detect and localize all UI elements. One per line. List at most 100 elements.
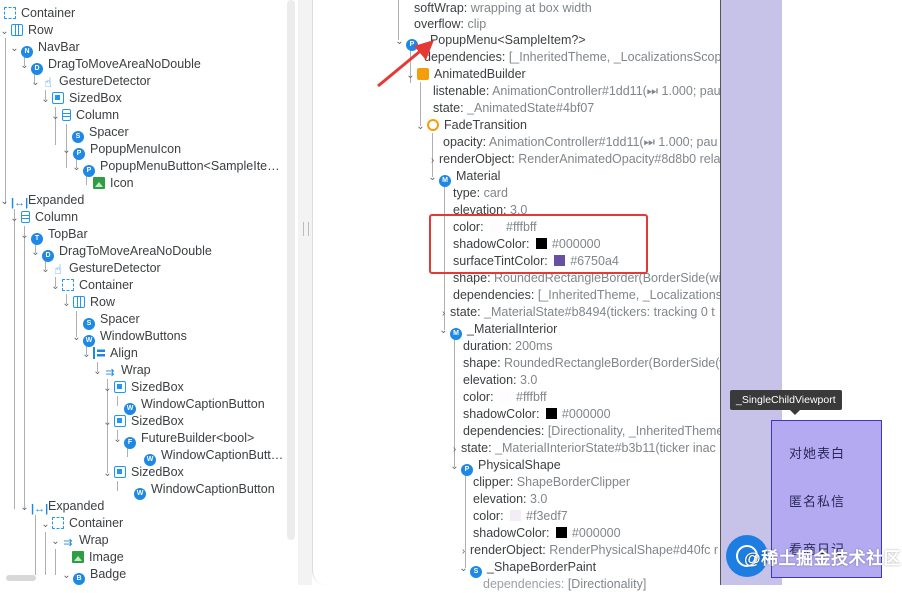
tree-node[interactable]: ⌄ ⇉ Wrap	[51, 532, 108, 550]
chevron-down-icon[interactable]: ⌄	[20, 499, 29, 516]
menu-item[interactable]: 对她表白	[789, 443, 845, 462]
tree-node[interactable]: W WindowCaptionButt…	[144, 447, 283, 466]
tree-node[interactable]: ⌄ Column	[51, 107, 119, 124]
chevron-down-icon[interactable]: ⌄	[41, 261, 50, 278]
property-row[interactable]: › renderObject: RenderPhysicalShape#d40fc…	[459, 542, 718, 559]
chevron-down-icon[interactable]: ⌄	[51, 278, 60, 295]
tree-node[interactable]: ⌄ SizedBox	[103, 379, 184, 396]
chevron-down-icon[interactable]: ⌄	[103, 380, 112, 397]
chevron-down-icon[interactable]: ⌄	[20, 57, 29, 74]
property-row[interactable]: dependencies: [_InheritedTheme, _Localiz…	[424, 49, 728, 66]
property-row[interactable]: elevation: 3.0	[473, 491, 547, 508]
chevron-down-icon[interactable]: ⌄	[31, 244, 40, 261]
chevron-down-icon[interactable]: ⌄	[0, 23, 9, 40]
align-icon	[93, 347, 105, 359]
chevron-down-icon[interactable]: ⌄	[93, 363, 102, 380]
tree-node[interactable]: ⌄ Row	[62, 294, 115, 311]
tree-node-physicalshape[interactable]: ⌄ P PhysicalShape	[450, 457, 561, 476]
chevron-down-icon[interactable]: ⌄	[103, 414, 112, 431]
tree-node[interactable]: Icon	[93, 175, 134, 192]
tree-node-materialinterior[interactable]: ⌄ M _MaterialInterior	[439, 321, 557, 340]
tree-node[interactable]: ⌄ N NavBar	[10, 39, 80, 58]
chevron-down-icon[interactable]: ⌄	[10, 40, 19, 57]
tree-node[interactable]: ⌄ P PopupMenuButton<SampleIte…	[72, 158, 280, 177]
horizontal-scrollbar[interactable]	[6, 575, 36, 581]
chevron-down-icon[interactable]: ⌄	[0, 193, 9, 210]
tree-node[interactable]: ⌄ ⇉ Wrap	[93, 362, 150, 380]
tree-node[interactable]: S Spacer	[72, 124, 129, 143]
row-icon	[11, 24, 23, 36]
tree-node[interactable]: W WindowCaptionButton	[134, 481, 275, 500]
tree-node[interactable]: Container	[4, 5, 75, 22]
menu-item[interactable]: 匿名私信	[789, 491, 845, 510]
tree-node[interactable]: ⌄ D DragToMoveAreaNoDouble	[31, 243, 212, 262]
tree-node[interactable]: ⌄ SizedBox	[103, 413, 184, 430]
tree-node[interactable]: ⌄ B Badge	[62, 566, 126, 585]
chevron-down-icon[interactable]: ⌄	[41, 91, 50, 108]
tree-node[interactable]: ⌄ Container	[41, 515, 123, 532]
chevron-down-icon[interactable]: ⌄	[20, 227, 29, 244]
property-row[interactable]: dependencies: [Directionality, _Inherite…	[463, 423, 723, 440]
chevron-down-icon[interactable]: ⌄	[82, 346, 91, 363]
tree-node[interactable]: ⌄ |↔|Expanded	[0, 192, 84, 209]
tree-node-shapeborderpaint[interactable]: ⌄ S _ShapeBorderPaint	[459, 559, 596, 578]
chevron-down-icon[interactable]: ⌄	[41, 516, 50, 533]
tree-node[interactable]: ⌄ Column	[10, 209, 78, 226]
vertical-scrollbar[interactable]	[287, 0, 295, 540]
image-icon	[93, 177, 105, 189]
chevron-down-icon[interactable]: ⌄	[51, 533, 60, 550]
property-row[interactable]: shape: RoundedRectangleBorder(BorderSide…	[463, 355, 728, 372]
property-row[interactable]: state: _AnimatedState#4bf07	[433, 100, 594, 117]
property-row[interactable]: opacity: AnimationController#1dd11(⏭ 1.0…	[443, 134, 717, 151]
chevron-down-icon[interactable]: ⌄	[113, 431, 122, 448]
chevron-down-icon[interactable]: ⌄	[31, 74, 40, 91]
property-row-color[interactable]: color: #f3edf7	[473, 508, 568, 525]
tree-node[interactable]: ⌄ ☝ GestureDetector	[41, 260, 160, 278]
tree-node[interactable]: ⌄ SizedBox	[103, 464, 184, 481]
chevron-down-icon[interactable]: ⌄	[62, 295, 71, 312]
panel-splitter[interactable]	[298, 0, 312, 585]
tree-node-fadetransition[interactable]: ⌄ FadeTransition	[416, 117, 527, 134]
color-swatch	[510, 510, 522, 521]
touch-icon: ☝	[44, 75, 52, 90]
chevron-down-icon[interactable]: ⌄	[72, 159, 81, 176]
tree-node[interactable]: ⌄ |↔|Expanded	[20, 498, 104, 515]
container-icon	[4, 7, 16, 19]
tree-node[interactable]: ⌄ Align	[82, 345, 138, 362]
property-row[interactable]: softWrap: wrapping at box width	[414, 0, 592, 17]
tree-node[interactable]: S Spacer	[83, 311, 140, 330]
wrap-icon: ⇉	[63, 537, 73, 549]
property-row[interactable]: listenable: AnimationController#1dd11(⏭ …	[433, 83, 721, 100]
tree-node[interactable]: ⌄ Row	[0, 22, 53, 39]
property-row[interactable]: elevation: 3.0	[463, 372, 537, 389]
chevron-down-icon[interactable]: ⌄	[72, 329, 81, 346]
tree-node[interactable]: ⌄ Container	[51, 277, 133, 294]
chevron-down-icon[interactable]: ⌄	[51, 108, 60, 125]
chevron-down-icon[interactable]: ⌄	[103, 465, 112, 482]
property-row[interactable]: dependencies: [_InheritedTheme, _Localiz…	[453, 287, 722, 304]
tree-node[interactable]: ⌄ F FutureBuilder<bool>	[113, 430, 254, 449]
tree-node[interactable]: ⌄ SizedBox	[41, 90, 122, 107]
property-row[interactable]: type: card	[453, 185, 508, 202]
tree-node[interactable]: W WindowCaptionButton	[124, 396, 265, 415]
property-row[interactable]: duration: 200ms	[463, 338, 553, 355]
chevron-down-icon[interactable]: ⌄	[62, 142, 71, 159]
chevron-down-icon[interactable]: ⌄	[62, 567, 71, 584]
property-row[interactable]: › renderObject: RenderAnimatedOpacity#8d8…	[428, 151, 721, 168]
tree-node[interactable]: ⌄ W WindowButtons	[72, 328, 187, 347]
tree-node[interactable]: ⌄ T TopBar	[20, 226, 88, 245]
tree-node[interactable]: ⌄ ☝ GestureDetector	[31, 73, 150, 91]
property-row-shadowcolor[interactable]: shadowColor: #000000	[463, 406, 611, 423]
tree-node[interactable]: ⌄ P PopupMenuIcon	[62, 141, 181, 160]
property-row[interactable]: clipper: ShapeBorderClipper	[473, 474, 630, 491]
property-row[interactable]: overflow: clip	[414, 16, 486, 33]
property-row-color[interactable]: color: #fffbff	[463, 389, 547, 406]
property-row-shadowcolor[interactable]: shadowColor: #000000	[473, 525, 621, 542]
tree-node[interactable]: ⌄ D DragToMoveAreaNoDouble	[20, 56, 201, 75]
tree-node-material[interactable]: ⌄ M Material	[428, 168, 500, 187]
property-row[interactable]: › state: _MaterialInteriorState#b3b11(tic…	[450, 440, 716, 457]
property-row[interactable]: › state: _MaterialState#b8494(tickers: tr…	[439, 304, 715, 321]
tree-node[interactable]: Image	[72, 549, 124, 566]
chevron-down-icon[interactable]: ⌄	[10, 210, 19, 227]
transition-icon	[427, 119, 439, 131]
